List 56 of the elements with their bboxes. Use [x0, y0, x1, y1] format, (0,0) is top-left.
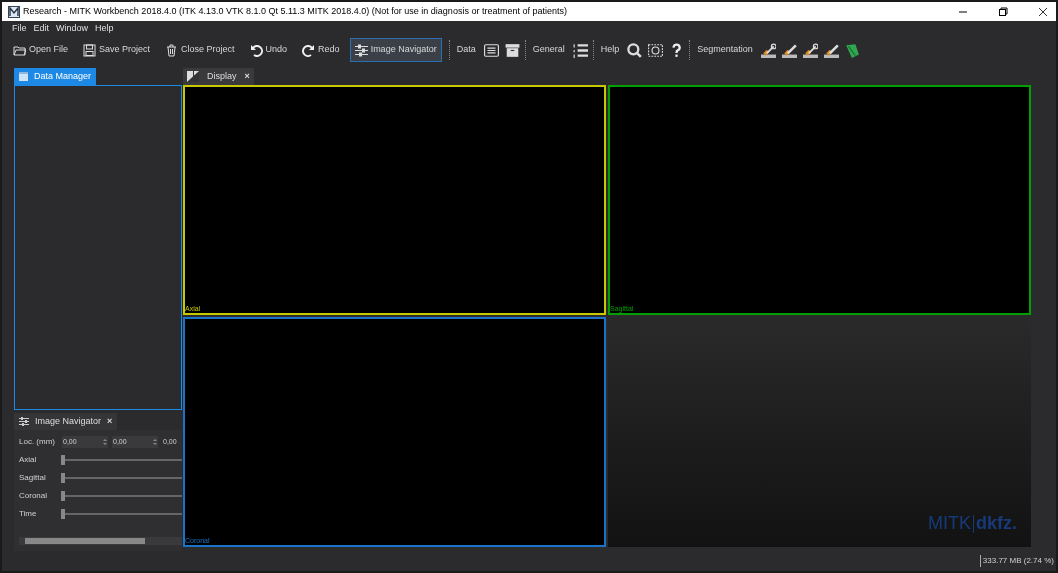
toolbar-button[interactable]: Redo [297, 38, 345, 62]
image-navigator-tab[interactable]: Image Navigator × [14, 413, 118, 430]
window-title: Research - MITK Workbench 2018.4.0 (ITK 4.13.0 VTK 8.1.0 Qt 5.11.3 MITK 2018.4.0) (Not for use in diagnosis or treatment of patients) [23, 4, 567, 18]
wrench-icon[interactable] [760, 42, 776, 58]
pen-icon[interactable] [823, 42, 839, 58]
layout-icon [187, 71, 199, 82]
toolbar-group-label: Data [456, 43, 476, 57]
data-manager-tab[interactable]: Data Manager [14, 68, 97, 85]
sliders-icon [19, 417, 29, 426]
slider-label: Axial [19, 454, 38, 466]
box-icon[interactable] [504, 42, 520, 58]
horizontal-scrollbar[interactable] [19, 537, 182, 545]
pen-icon[interactable] [781, 42, 797, 58]
menu-item[interactable]: Edit [33, 22, 50, 36]
slider-label: Sagittal [19, 472, 47, 484]
sliders-icon [354, 43, 368, 57]
toolbar-group-label: Help [600, 43, 620, 57]
restore-icon[interactable] [998, 6, 1008, 17]
app-icon [8, 5, 20, 18]
slider-label: Time [19, 508, 38, 520]
menu-item[interactable]: Help [95, 22, 114, 36]
wrench-icon[interactable] [802, 42, 818, 58]
toolbar-group-label: General [532, 43, 565, 57]
slider-thumb[interactable] [61, 509, 65, 519]
toolbar-button[interactable]: Save Project [78, 38, 156, 62]
spin-arrows-icon[interactable] [103, 438, 107, 446]
help-board-icon[interactable] [648, 42, 664, 58]
toolbar-button[interactable]: Close Project [160, 38, 240, 62]
panel-icon [19, 72, 28, 81]
toolbar-button[interactable]: Undo [244, 38, 293, 62]
spin-arrows-icon[interactable] [153, 438, 157, 446]
folder-icon [13, 43, 26, 57]
log-list-icon[interactable] [572, 42, 588, 58]
menu-item[interactable]: File [12, 22, 27, 36]
redo-icon [302, 43, 316, 57]
slider-thumb[interactable] [61, 491, 65, 501]
close-icon[interactable] [1038, 6, 1048, 17]
close-tab-button[interactable]: × [244, 69, 250, 84]
leaf-icon[interactable] [844, 42, 860, 58]
trash-icon [165, 43, 179, 57]
logo: MITK dkfz. [928, 512, 1017, 535]
undo-icon [249, 43, 263, 57]
slider-label: Coronal [19, 490, 48, 502]
toolbar-button[interactable]: Image Navigator [349, 38, 442, 62]
display-tab[interactable]: Display × [183, 68, 254, 85]
list-icon[interactable] [483, 42, 499, 58]
search-icon[interactable] [627, 42, 643, 58]
location-label: Loc. (mm) [19, 436, 56, 448]
slider-thumb[interactable] [61, 473, 65, 483]
toolbar-group-label: Segmentation [697, 43, 753, 57]
save-icon [83, 43, 97, 57]
close-tab-button[interactable]: × [107, 414, 113, 429]
memory-usage: 333.77 MB (2.74 %) [979, 555, 1056, 567]
slider-thumb[interactable] [61, 455, 65, 465]
menu-item[interactable]: Window [56, 22, 89, 36]
toolbar-button[interactable]: Open File [8, 38, 74, 62]
